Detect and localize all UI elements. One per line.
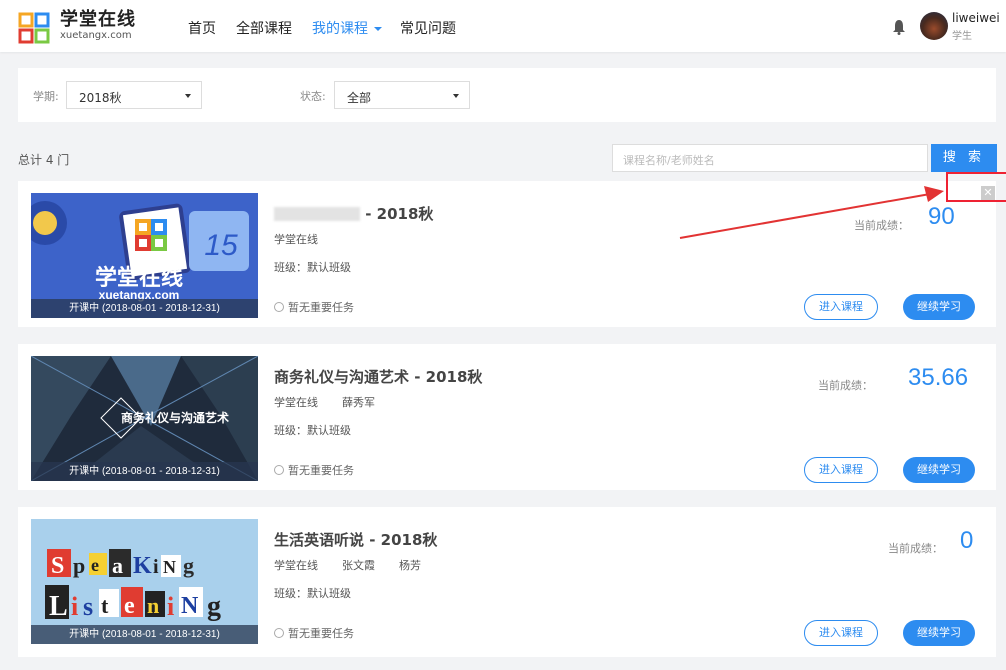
annotation-arrow bbox=[679, 193, 931, 239]
annotation-box bbox=[946, 172, 1006, 202]
arrow-head-icon bbox=[924, 186, 944, 202]
annotation-overlay bbox=[679, 186, 944, 239]
